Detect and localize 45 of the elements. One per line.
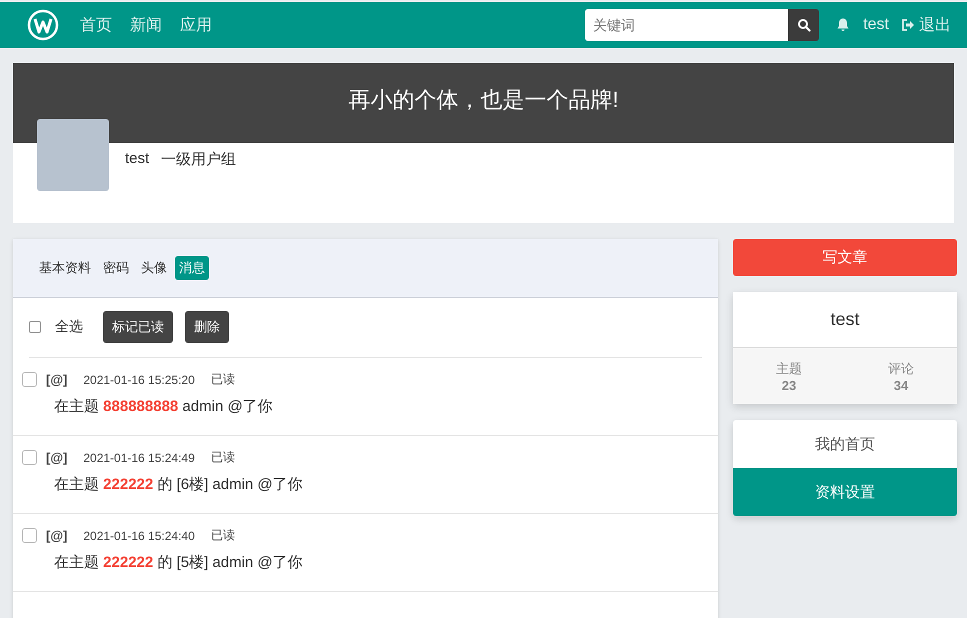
message-text: 在主题 222222 的 [6楼] admin @了你 [54, 475, 304, 494]
action-button[interactable]: 删除 [185, 311, 229, 343]
stat-label: 评论 [888, 360, 914, 378]
select-all-checkbox[interactable] [29, 321, 41, 333]
user-group: 一级用户组 [161, 150, 236, 169]
message-tag: [@] [46, 372, 68, 387]
nav-link[interactable]: 新闻 [130, 14, 162, 36]
write-article-button[interactable]: 写文章 [733, 239, 957, 276]
sidebar-menu-item[interactable]: 我的首页 [733, 420, 957, 468]
banner-slogan: 再小的个体，也是一个品牌! [348, 86, 619, 114]
tab[interactable]: 密码 [99, 256, 133, 280]
message-status: 已读 [210, 449, 235, 466]
message-checkbox[interactable] [22, 528, 37, 543]
username-link[interactable]: test [863, 16, 889, 34]
select-all-label: 全选 [55, 318, 83, 336]
message-time: 2021-01-16 15:24:40 [83, 528, 195, 542]
message-checkbox[interactable] [22, 372, 37, 387]
sidebar-menu-item[interactable]: 资料设置 [733, 468, 957, 516]
nav-link[interactable]: 应用 [180, 14, 212, 36]
logo-icon[interactable] [27, 9, 59, 41]
logout-link[interactable]: 退出 [901, 14, 951, 36]
logout-icon [901, 18, 915, 32]
message-status: 已读 [210, 527, 235, 544]
stat-value: 34 [894, 378, 908, 392]
photo-placeholder [37, 119, 109, 191]
message-time: 2021-01-16 15:24:49 [83, 450, 195, 464]
message-tag: [@] [46, 450, 68, 465]
message-status: 已读 [210, 371, 235, 388]
tab[interactable]: 头像 [137, 256, 171, 280]
search-button[interactable] [788, 9, 820, 41]
message-checkbox[interactable] [22, 450, 37, 465]
message-text: 在主题 888888888 admin @了你 [54, 397, 274, 416]
search-icon [796, 18, 811, 32]
message-text: 在主题 222222 的 [5楼] admin @了你 [54, 553, 304, 572]
tab[interactable]: 基本资料 [35, 256, 95, 280]
nav-link[interactable]: 首页 [80, 14, 112, 36]
search-field[interactable]: 关键词 [585, 9, 788, 41]
bell-icon[interactable] [835, 17, 852, 33]
message-time: 2021-01-16 15:25:20 [83, 372, 195, 386]
stat-label: 主题 [776, 360, 802, 378]
profile-username: test [125, 150, 150, 167]
message-tag: [@] [46, 528, 68, 543]
tab[interactable]: 消息 [175, 256, 209, 280]
action-button[interactable]: 标记已读 [103, 311, 173, 343]
stat-value: 23 [782, 378, 796, 392]
